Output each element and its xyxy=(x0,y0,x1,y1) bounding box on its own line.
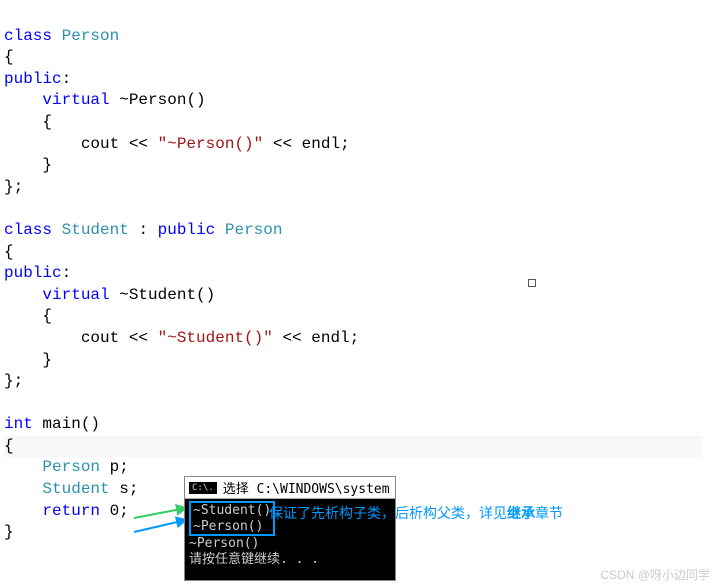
code-line: { xyxy=(4,243,14,261)
string-literal: "~Student()" xyxy=(158,329,273,347)
type-student: Student xyxy=(62,221,129,239)
code-block: class Person { public: virtual ~Person()… xyxy=(0,0,716,544)
console-line: 请按任意键继续. . . xyxy=(189,552,395,568)
code-text: s; xyxy=(110,480,139,498)
code-text: ~Person() xyxy=(110,91,206,109)
code-text: : xyxy=(62,70,72,88)
string-literal: "~Person()" xyxy=(158,135,264,153)
highlighted-line: { xyxy=(4,436,702,458)
console-icon: C:\. xyxy=(189,482,217,494)
code-text: main() xyxy=(33,415,100,433)
cursor-marker-icon xyxy=(528,279,536,287)
code-text: : xyxy=(129,221,158,239)
keyword-class: class xyxy=(4,27,52,45)
code-line: }; xyxy=(4,178,23,196)
console-titlebar: C:\. 选择 C:\WINDOWS\system xyxy=(185,477,395,499)
code-text: << endl; xyxy=(273,329,359,347)
console-line: ~Student() xyxy=(193,503,271,519)
keyword-public: public xyxy=(4,70,62,88)
console-title-text: 选择 C:\WINDOWS\system xyxy=(223,478,390,497)
watermark-text: CSDN @呀小边同学 xyxy=(600,566,710,583)
code-text: << endl; xyxy=(263,135,349,153)
annotation-bold: 继承 xyxy=(507,505,535,521)
keyword-return: return xyxy=(42,502,100,520)
code-line: } xyxy=(4,523,14,541)
console-window: C:\. 选择 C:\WINDOWS\system ~Student() ~Pe… xyxy=(184,476,396,581)
code-text: ~Student() xyxy=(110,286,216,304)
code-text: cout << xyxy=(4,135,158,153)
code-text: cout << xyxy=(4,329,158,347)
code-text: p; xyxy=(100,458,129,476)
keyword-virtual: virtual xyxy=(42,91,109,109)
keyword-class: class xyxy=(4,221,52,239)
highlight-box: ~Student() ~Person() xyxy=(189,501,275,536)
code-line: }; xyxy=(4,372,23,390)
console-line: ~Person() xyxy=(189,536,395,552)
code-line: { xyxy=(4,307,52,325)
type-person: Person xyxy=(42,458,100,476)
keyword-virtual: virtual xyxy=(42,286,109,304)
code-text: 0; xyxy=(100,502,129,520)
keyword-public: public xyxy=(158,221,216,239)
code-line: { xyxy=(4,48,14,66)
console-line: ~Person() xyxy=(193,519,271,535)
code-text: : xyxy=(62,264,72,282)
keyword-int: int xyxy=(4,415,33,433)
type-student: Student xyxy=(42,480,109,498)
type-person: Person xyxy=(225,221,283,239)
code-line: } xyxy=(4,351,52,369)
annotation-text: 保证了先析构子类，后析构父类，详见继承章节 xyxy=(269,503,563,523)
keyword-public: public xyxy=(4,264,62,282)
code-line: } xyxy=(4,156,52,174)
type-person: Person xyxy=(62,27,120,45)
code-line: { xyxy=(4,113,52,131)
